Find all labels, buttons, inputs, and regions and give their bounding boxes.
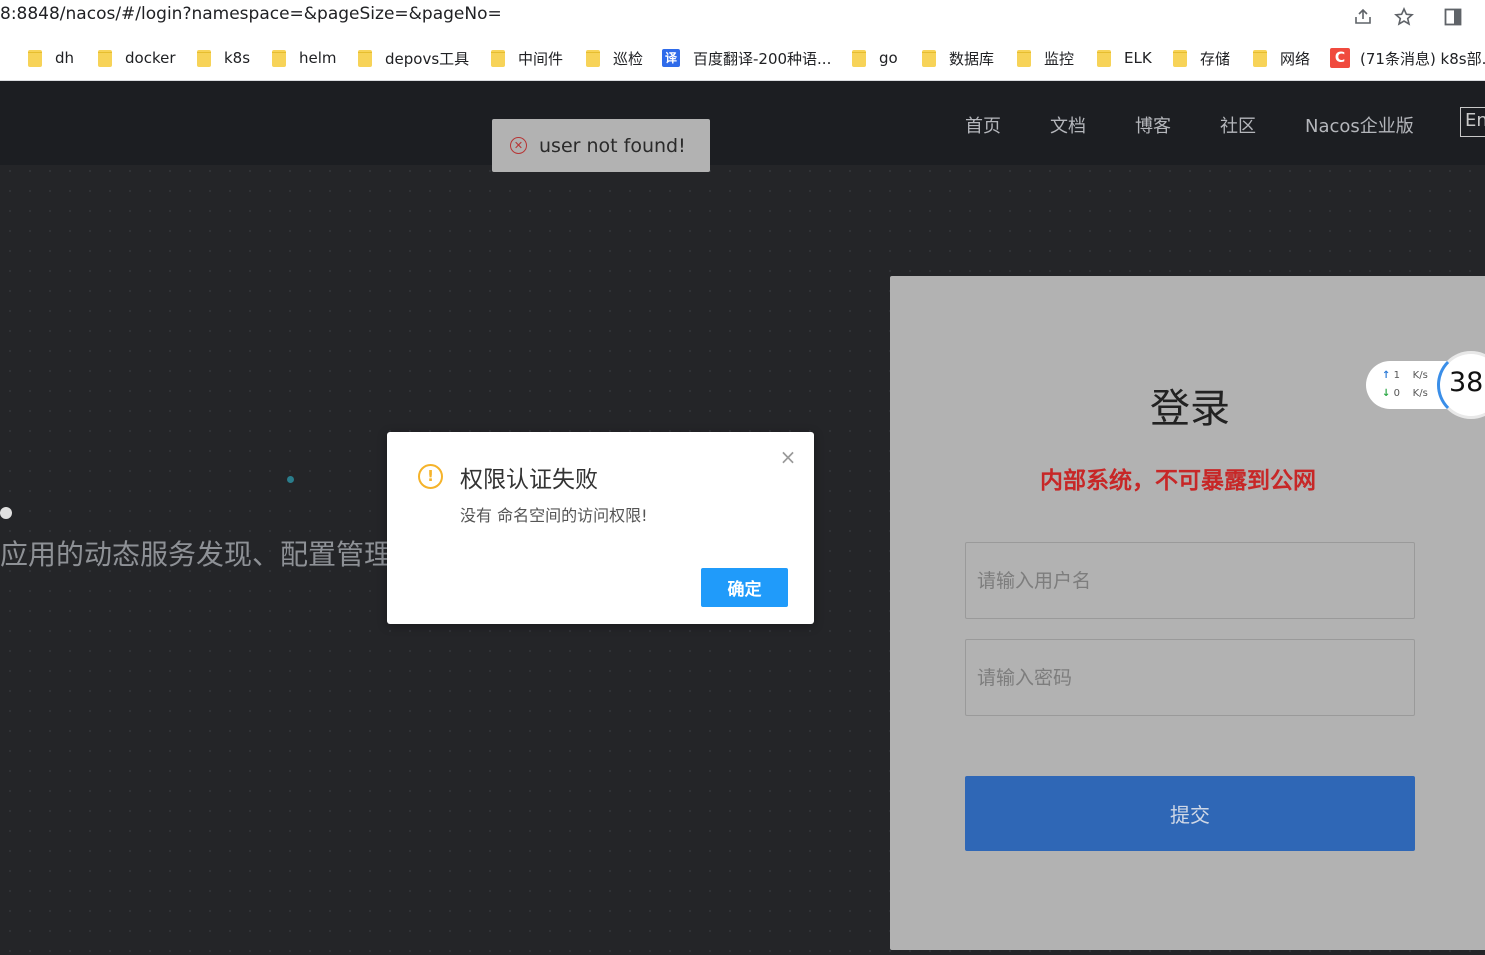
folder-icon <box>197 49 211 67</box>
bookmark-docker[interactable]: docker <box>98 47 176 69</box>
bookmark-storage[interactable]: 存储 <box>1173 47 1230 69</box>
folder-icon <box>586 49 600 67</box>
bookmarks-bar: dh docker k8s helm depovs工具 中间件 巡检 译百度翻译… <box>0 34 1485 81</box>
folder-icon <box>1017 49 1031 67</box>
arrow-up-icon: ↑ <box>1382 370 1391 381</box>
csdn-icon: C <box>1330 48 1350 68</box>
hero-dot-accent <box>287 476 294 483</box>
dialog-title: 权限认证失败 <box>460 467 598 493</box>
browser-address-bar[interactable]: 8:8848/nacos/#/login?namespace=&pageSize… <box>0 0 1485 34</box>
upload-speed: ↑ 1 K/s <box>1382 370 1428 381</box>
nav-docs[interactable]: 文档 <box>1050 112 1086 138</box>
bookmark-monitoring[interactable]: 监控 <box>1017 47 1074 69</box>
bookmark-baidu-translate[interactable]: 译百度翻译-200种语... <box>662 47 831 69</box>
submit-button[interactable]: 提交 <box>965 776 1415 851</box>
toast-message: user not found! <box>539 134 686 157</box>
bookmark-depovs[interactable]: depovs工具 <box>358 47 469 69</box>
folder-icon <box>272 49 286 67</box>
share-icon[interactable] <box>1351 5 1375 29</box>
password-input[interactable] <box>965 639 1415 716</box>
url-text[interactable]: 8:8848/nacos/#/login?namespace=&pageSize… <box>0 4 502 24</box>
folder-icon <box>28 49 42 67</box>
folder-icon <box>1173 49 1187 67</box>
folder-icon <box>1253 49 1267 67</box>
error-toast: ✕ user not found! <box>492 119 710 172</box>
bookmark-middleware[interactable]: 中间件 <box>491 47 563 69</box>
baidu-translate-icon: 译 <box>662 49 680 67</box>
error-circle-icon: ✕ <box>510 137 527 154</box>
nav-enterprise[interactable]: Nacos企业版 <box>1305 112 1414 138</box>
close-icon[interactable]: × <box>779 447 797 467</box>
username-input[interactable] <box>965 542 1415 619</box>
folder-icon <box>358 49 372 67</box>
confirm-button[interactable]: 确定 <box>701 568 788 607</box>
folder-icon <box>852 49 866 67</box>
download-speed: ↓ 0 K/s <box>1382 388 1428 399</box>
folder-icon <box>922 49 936 67</box>
bookmark-database[interactable]: 数据库 <box>922 47 994 69</box>
bookmark-k8s[interactable]: k8s <box>197 47 250 69</box>
bookmark-csdn[interactable]: C (71条消息) k8s部... <box>1330 47 1485 69</box>
folder-icon <box>491 49 505 67</box>
login-title: 登录 <box>1150 386 1230 432</box>
arrow-down-icon: ↓ <box>1382 388 1391 399</box>
dialog-message: 没有 命名空间的访问权限! <box>460 506 648 525</box>
security-warning: 内部系统，不可暴露到公网 <box>1040 468 1316 494</box>
sidebar-icon[interactable] <box>1441 5 1465 29</box>
folder-icon <box>98 49 112 67</box>
hero-dot <box>0 507 12 519</box>
hero-tagline: 应用的动态服务发现、配置管理 <box>0 538 393 571</box>
bookmark-go[interactable]: go <box>852 47 898 69</box>
site-header: 首页 文档 博客 社区 Nacos企业版 En <box>0 81 1485 165</box>
language-switch-button[interactable]: En <box>1460 107 1485 137</box>
bookmark-dh[interactable]: dh <box>28 47 74 69</box>
usage-percent: 38 <box>1449 367 1484 398</box>
bookmark-inspection[interactable]: 巡检 <box>586 47 643 69</box>
bookmark-helm[interactable]: helm <box>272 47 337 69</box>
auth-failed-dialog: ! 权限认证失败 没有 命名空间的访问权限! × 确定 <box>387 432 814 624</box>
bookmark-elk[interactable]: ELK <box>1097 47 1152 69</box>
star-icon[interactable] <box>1392 5 1416 29</box>
folder-icon <box>1097 49 1111 67</box>
warning-icon: ! <box>418 464 443 489</box>
bookmark-network[interactable]: 网络 <box>1253 47 1310 69</box>
nav-home[interactable]: 首页 <box>965 112 1001 138</box>
nav-blog[interactable]: 博客 <box>1135 112 1171 138</box>
nav-community[interactable]: 社区 <box>1220 112 1256 138</box>
